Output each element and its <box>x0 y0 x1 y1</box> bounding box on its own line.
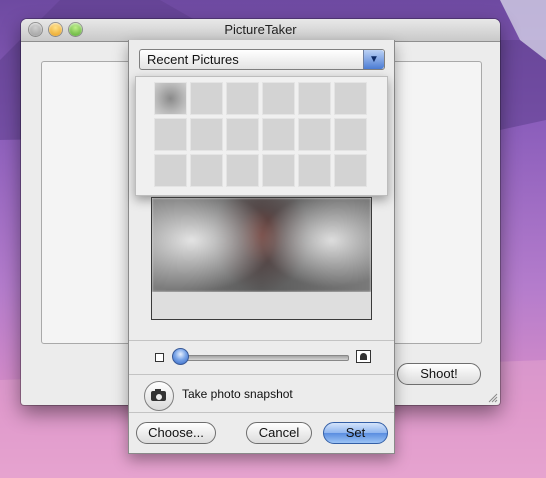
recent-picture-slot[interactable] <box>190 118 223 151</box>
recent-picture-slot[interactable] <box>262 118 295 151</box>
recent-picture-slot[interactable] <box>154 154 187 187</box>
recent-pictures-popup[interactable]: Recent Pictures ▼ <box>139 49 385 70</box>
recent-pictures-grid <box>154 82 367 187</box>
recent-picture-slot[interactable] <box>226 82 259 115</box>
divider <box>129 340 394 341</box>
recent-picture-slot[interactable] <box>298 82 331 115</box>
recent-pictures-menu <box>135 76 388 196</box>
preview-photo <box>152 198 371 292</box>
image-preview[interactable] <box>151 197 372 320</box>
chevron-down-icon[interactable]: ▼ <box>363 50 384 69</box>
recent-picture-slot[interactable] <box>298 154 331 187</box>
title-bar[interactable]: PictureTaker <box>21 19 500 42</box>
set-button[interactable]: Set <box>323 422 388 444</box>
recent-picture-slot[interactable] <box>190 154 223 187</box>
large-image-icon <box>356 350 371 363</box>
divider <box>129 412 394 413</box>
recent-picture-slot[interactable] <box>226 118 259 151</box>
zoom-slider[interactable] <box>179 355 349 361</box>
small-image-icon <box>155 353 164 362</box>
recent-picture-slot[interactable] <box>154 118 187 151</box>
snapshot-label: Take photo snapshot <box>182 387 293 401</box>
popup-label: Recent Pictures <box>147 52 239 67</box>
cancel-button[interactable]: Cancel <box>246 422 312 444</box>
picture-taker-panel: Recent Pictures ▼ Take photo snapshot Ch… <box>128 40 395 454</box>
recent-picture-slot[interactable] <box>334 154 367 187</box>
recent-picture-slot[interactable] <box>334 82 367 115</box>
recent-picture-slot[interactable] <box>334 118 367 151</box>
snapshot-row: Take photo snapshot <box>129 375 394 411</box>
recent-picture-slot[interactable] <box>298 118 331 151</box>
resize-grip-icon[interactable] <box>488 393 498 403</box>
zoom-slider-row <box>129 343 394 373</box>
recent-picture-slot[interactable] <box>262 82 295 115</box>
window-title: PictureTaker <box>224 22 297 37</box>
recent-picture-slot[interactable] <box>226 154 259 187</box>
panel-button-row: Choose... Cancel Set <box>129 414 394 452</box>
preview-crop-area <box>152 292 371 319</box>
camera-button[interactable] <box>144 381 174 411</box>
recent-picture-slot[interactable] <box>154 82 187 115</box>
recent-picture-slot[interactable] <box>262 154 295 187</box>
zoom-slider-knob[interactable] <box>172 348 189 365</box>
recent-picture-slot[interactable] <box>190 82 223 115</box>
shoot-button[interactable]: Shoot! <box>397 363 481 385</box>
choose-button[interactable]: Choose... <box>136 422 216 444</box>
